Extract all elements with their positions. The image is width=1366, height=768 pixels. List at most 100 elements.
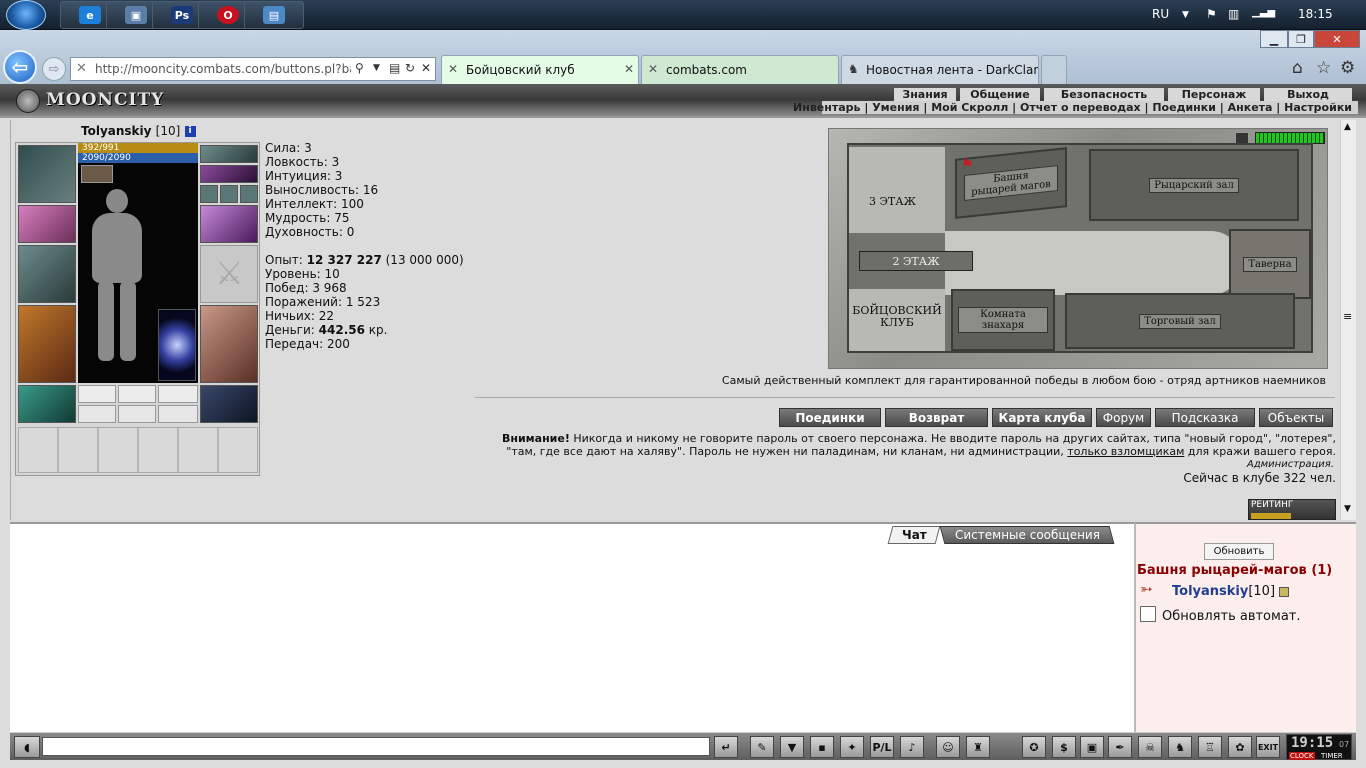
floor3-label[interactable]: 3 ЭТАЖ bbox=[869, 195, 916, 208]
room-trade-hall[interactable]: Торговый зал bbox=[1065, 293, 1295, 349]
taskbar-app-monitor[interactable]: ▤ bbox=[244, 1, 304, 29]
start-button[interactable] bbox=[6, 0, 46, 30]
maximize-button[interactable]: ❐ bbox=[1288, 30, 1314, 48]
language-indicator[interactable]: RU bbox=[1152, 7, 1169, 21]
room-knights-hall[interactable]: Рыцарский зал bbox=[1089, 149, 1299, 221]
ring-slot-4[interactable] bbox=[240, 185, 258, 203]
home-icon[interactable]: ⌂ bbox=[1292, 58, 1303, 78]
gloves-slot[interactable] bbox=[200, 205, 258, 243]
user-info-icon[interactable] bbox=[1279, 586, 1290, 597]
dropdown-icon[interactable]: ▼ bbox=[373, 63, 380, 73]
scroll-up-icon[interactable]: ▲ bbox=[1344, 122, 1351, 132]
search-icon[interactable]: ⚲ bbox=[355, 61, 364, 75]
scroll-slot-3[interactable] bbox=[158, 405, 198, 423]
effect-icon[interactable] bbox=[81, 165, 113, 183]
address-bar[interactable]: ✕ http://mooncity.combats.com/buttons.pl… bbox=[70, 57, 436, 81]
scroll-thumb[interactable]: ≡ bbox=[1343, 310, 1352, 323]
rating-widget[interactable]: РЕЙТИНГ bbox=[1248, 499, 1336, 520]
empty-scroll-slots[interactable] bbox=[18, 427, 258, 473]
scroll-slot-1[interactable] bbox=[78, 405, 116, 423]
objects-button[interactable]: Объекты bbox=[1259, 408, 1333, 427]
filter-icon[interactable]: ▼ bbox=[780, 736, 804, 758]
boots-slot[interactable] bbox=[200, 385, 258, 423]
return-button[interactable]: Возврат bbox=[885, 408, 988, 427]
warning-link[interactable]: только взломщикам bbox=[1067, 445, 1184, 458]
money-bag-icon[interactable]: $ bbox=[1052, 736, 1076, 758]
ring-slot-1[interactable] bbox=[200, 165, 258, 183]
chat-input[interactable] bbox=[42, 737, 710, 756]
chest-icon[interactable]: ▣ bbox=[1080, 736, 1104, 758]
scroll-icon[interactable]: ✒ bbox=[1108, 736, 1132, 758]
translit-icon[interactable]: P/L bbox=[870, 736, 894, 758]
menu-security[interactable]: Безопасность bbox=[1044, 88, 1164, 101]
stop-icon[interactable]: ✕ bbox=[421, 61, 431, 75]
compat-icon[interactable]: ▤ bbox=[389, 61, 400, 75]
fight-icon[interactable]: ✦ bbox=[840, 736, 864, 758]
send-icon[interactable]: ↵ bbox=[714, 736, 738, 758]
save-icon[interactable]: ▪ bbox=[810, 736, 834, 758]
helmet-slot[interactable] bbox=[18, 145, 76, 203]
menu-communication[interactable]: Общение bbox=[960, 88, 1040, 101]
scroll-down-icon[interactable]: ▼ bbox=[1344, 504, 1351, 514]
floor2-button[interactable]: 2 ЭТАЖ bbox=[859, 251, 973, 271]
duels-button[interactable]: Поединки bbox=[779, 408, 881, 427]
character-name[interactable]: Tolyanskiy bbox=[81, 124, 151, 138]
submenu-profile[interactable]: Анкета bbox=[1228, 101, 1273, 114]
forum-button[interactable]: Форум bbox=[1096, 408, 1151, 427]
exit-icon[interactable]: EXIT bbox=[1256, 736, 1280, 758]
settings-gear-icon[interactable]: ⚙ bbox=[1340, 58, 1355, 78]
helmet-icon[interactable]: ♜ bbox=[966, 736, 990, 758]
chat-area[interactable]: Чат Системные сообщения bbox=[10, 522, 1134, 732]
pet-icon[interactable]: ✿ bbox=[1228, 736, 1252, 758]
ring-slot-2[interactable] bbox=[200, 185, 218, 203]
chevron-down-icon[interactable]: ▼ bbox=[1182, 10, 1189, 20]
auto-refresh-checkbox[interactable] bbox=[1140, 606, 1156, 622]
submenu-scroll[interactable]: Мой Скролл bbox=[931, 101, 1008, 114]
hint-button[interactable]: Подсказка bbox=[1155, 408, 1255, 427]
submenu-duels[interactable]: Поединки bbox=[1152, 101, 1216, 114]
tab-combats-com[interactable]: ✕ combats.com bbox=[641, 55, 839, 84]
taskbar-clock[interactable]: 18:15 bbox=[1298, 7, 1333, 21]
tab-darkclan-news[interactable]: ♞ Новостная лента - DarkClan bbox=[841, 55, 1039, 84]
belt-slot[interactable] bbox=[18, 385, 76, 423]
promo-text[interactable]: Самый действенный комплект для гарантиро… bbox=[470, 374, 1326, 387]
club-label[interactable]: БОЙЦОВСКИЙ КЛУБ bbox=[849, 305, 945, 329]
flag-icon[interactable]: ⚑ bbox=[1206, 7, 1217, 21]
character-avatar[interactable] bbox=[78, 163, 198, 383]
info-icon[interactable]: i bbox=[184, 126, 196, 137]
menu-exit[interactable]: Выход bbox=[1264, 88, 1352, 101]
tab-chat[interactable]: Чат bbox=[887, 526, 941, 544]
rune-slot-1[interactable] bbox=[78, 385, 116, 403]
favorites-star-icon[interactable]: ☆ bbox=[1316, 58, 1331, 78]
submenu-settings[interactable]: Настройки bbox=[1284, 101, 1352, 114]
sound-icon[interactable]: ♪ bbox=[900, 736, 924, 758]
pants-slot[interactable] bbox=[200, 305, 258, 383]
knight-icon[interactable]: ♞ bbox=[1168, 736, 1192, 758]
close-window-button[interactable]: ✕ bbox=[1314, 30, 1360, 48]
shield-slot[interactable]: ⚔ bbox=[200, 245, 258, 303]
earring-slot[interactable] bbox=[200, 145, 258, 163]
smiley-icon[interactable]: ☺ bbox=[936, 736, 960, 758]
submenu-transfers[interactable]: Отчет о переводах bbox=[1020, 101, 1141, 114]
room-healer[interactable]: Комната знахаря bbox=[951, 289, 1055, 351]
back-button[interactable]: ⇦ bbox=[3, 50, 37, 84]
submenu-inventory[interactable]: Инвентарь bbox=[793, 101, 860, 114]
private-message-arrow-icon[interactable]: ➳ bbox=[1140, 580, 1153, 598]
speaker-icon[interactable]: ◖ bbox=[14, 736, 40, 758]
minimize-button[interactable]: ▁ bbox=[1260, 30, 1288, 48]
online-user-name[interactable]: Tolyanskiy bbox=[1172, 584, 1248, 599]
new-tab-button[interactable] bbox=[1041, 55, 1067, 84]
amulet-slot[interactable] bbox=[18, 205, 76, 243]
armor-slot[interactable] bbox=[18, 305, 76, 383]
skull-icon[interactable]: ☠ bbox=[1138, 736, 1162, 758]
menu-knowledge[interactable]: Знания bbox=[894, 88, 956, 101]
room-tavern[interactable]: Таверна bbox=[1229, 229, 1311, 299]
close-tab-icon[interactable]: ✕ bbox=[624, 62, 634, 76]
ring-slot-3[interactable] bbox=[220, 185, 238, 203]
submenu-skills[interactable]: Умения bbox=[872, 101, 919, 114]
castle-icon[interactable]: ♖ bbox=[1198, 736, 1222, 758]
tab-system-messages[interactable]: Системные сообщения bbox=[939, 526, 1115, 544]
refresh-icon[interactable]: ↻ bbox=[405, 61, 415, 75]
clock-widget[interactable]: 19:15 07 CLOCK TIMER bbox=[1286, 734, 1352, 760]
club-map-button[interactable]: Карта клуба bbox=[992, 408, 1092, 427]
